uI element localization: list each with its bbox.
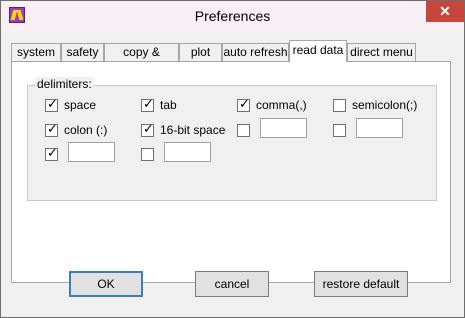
custom-delimiter-3-checkbox[interactable] (45, 146, 58, 161)
comma-checkbox[interactable] (237, 97, 250, 112)
delimiters-group-label: delimiters: (35, 77, 94, 91)
tab-safety[interactable]: safety (61, 43, 104, 61)
ok-button[interactable]: OK (69, 271, 143, 297)
custom-delimiter-2-input[interactable] (356, 118, 403, 138)
space-label: space (64, 98, 97, 112)
dialog-body: system safety copy & export plot auto re… (1, 31, 464, 317)
tab-label: tab (160, 98, 177, 112)
custom-delimiter-2-checkbox[interactable] (333, 124, 346, 137)
window-title: Preferences (194, 8, 271, 24)
close-button[interactable]: ✕ (426, 1, 464, 22)
space-checkbox[interactable] (45, 97, 58, 112)
16bit-space-checkbox[interactable] (141, 122, 154, 137)
semicolon-checkbox[interactable] (333, 99, 346, 112)
preferences-window: Preferences ✕ system safety copy & expor… (0, 0, 465, 318)
comma-label: comma(,) (256, 98, 307, 112)
cancel-button[interactable]: cancel (195, 271, 269, 297)
colon-label: colon (:) (64, 123, 108, 137)
tab-checkbox[interactable] (141, 97, 154, 112)
custom-delimiter-1-input[interactable] (260, 118, 307, 138)
tab-read-data[interactable]: read data (289, 40, 347, 62)
custom-delimiter-1-checkbox[interactable] (237, 124, 250, 137)
custom-delimiter-4-checkbox[interactable] (141, 148, 154, 161)
tab-plot[interactable]: plot (179, 43, 222, 61)
custom-delimiter-3-input[interactable] (68, 142, 115, 162)
16bit-space-label: 16-bit space (160, 123, 226, 137)
tab-direct-menu[interactable]: direct menu (347, 43, 416, 61)
colon-checkbox[interactable] (45, 122, 58, 137)
semicolon-label: semicolon(;) (352, 98, 418, 112)
restore-default-button[interactable]: restore default (314, 271, 408, 297)
tab-auto-refresh[interactable]: auto refresh (222, 43, 289, 61)
title-bar[interactable]: Preferences ✕ (1, 1, 464, 31)
custom-delimiter-4-input[interactable] (164, 142, 211, 162)
tab-copy-export[interactable]: copy & export (104, 43, 179, 75)
tab-system[interactable]: system (11, 43, 61, 61)
